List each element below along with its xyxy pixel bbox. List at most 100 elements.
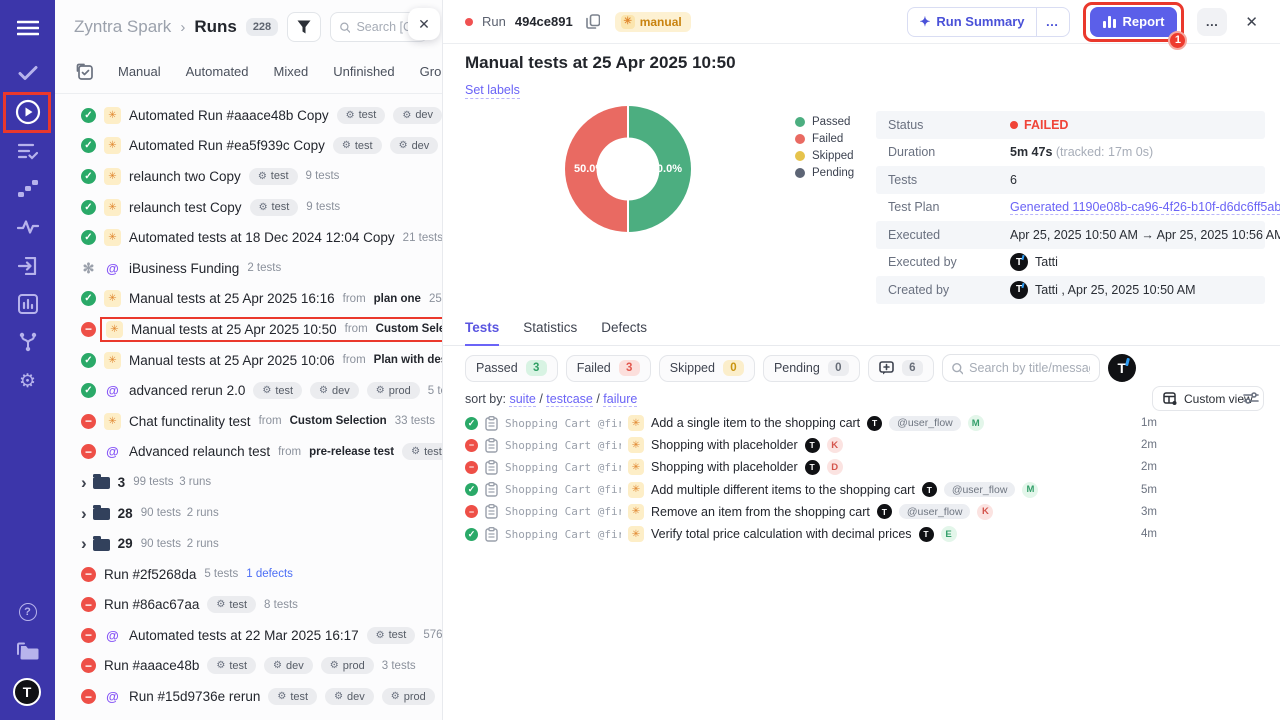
- run-list-item[interactable]: −✳Manual tests at 25 Apr 2025 10:50fromC…: [55, 314, 442, 345]
- sidebar-user-avatar[interactable]: T: [13, 678, 41, 706]
- chip-pending[interactable]: Pending0: [763, 355, 860, 382]
- copy-icon[interactable]: [586, 14, 600, 29]
- shared-steps-icon[interactable]: [0, 330, 55, 354]
- test-title[interactable]: Add multiple different items to the shop…: [651, 483, 915, 497]
- activity-icon[interactable]: [0, 215, 55, 239]
- test-tag[interactable]: @user_flow: [944, 482, 1016, 497]
- test-result-row[interactable]: − Shopping Cart @fir... ✳ Shopping with …: [465, 434, 1157, 456]
- tab-statistics[interactable]: Statistics: [523, 320, 577, 345]
- run-list-item[interactable]: −@Run #15d9736e rerun⚙test⚙dev⚙prod5 tes…: [55, 681, 442, 712]
- test-cases-icon[interactable]: [0, 139, 55, 163]
- test-result-row[interactable]: ✓ Shopping Cart @fir... ✳ Add a single i…: [465, 412, 1157, 434]
- import-icon[interactable]: [0, 254, 55, 278]
- help-icon[interactable]: ?: [0, 600, 55, 624]
- tag-badge[interactable]: ⚙prod: [382, 688, 435, 705]
- chevron-right-icon[interactable]: ›: [81, 505, 87, 522]
- tag-badge[interactable]: ⚙dev: [325, 688, 374, 705]
- menu-icon[interactable]: [0, 16, 55, 40]
- reports-icon[interactable]: [0, 292, 55, 316]
- run-list-item[interactable]: −Run #aaace48b⚙test⚙dev⚙prod3 tests: [55, 651, 442, 682]
- steps-icon[interactable]: [0, 177, 55, 201]
- run-list-item[interactable]: −Run #86ac67aa⚙test8 tests: [55, 590, 442, 621]
- test-result-row[interactable]: ✓ Shopping Cart @fir... ✳ Add multiple d…: [465, 479, 1157, 501]
- close-panel-button[interactable]: ✕: [408, 8, 440, 40]
- tab-tests[interactable]: Tests: [465, 320, 499, 346]
- run-list-item[interactable]: −@Automated tests at 22 Mar 2025 16:17⚙t…: [55, 620, 442, 651]
- more-actions-button[interactable]: …: [1197, 8, 1227, 36]
- close-detail-button[interactable]: ✕: [1239, 9, 1264, 35]
- runs-tab-unfinished[interactable]: Unfinished: [333, 64, 394, 79]
- test-title[interactable]: Add a single item to the shopping cart: [651, 416, 860, 430]
- runs-tab-groups[interactable]: Groups: [420, 64, 443, 79]
- test-title[interactable]: Shopping with placeholder: [651, 460, 798, 474]
- test-result-row[interactable]: ✓ Shopping Cart @fir... ✳ Verify total p…: [465, 523, 1157, 545]
- tag-badge[interactable]: ⚙test: [207, 657, 256, 674]
- projects-folder-icon[interactable]: [0, 639, 55, 663]
- run-list-item[interactable]: ✓✳Automated Run #ea5f939c Copy⚙test⚙dev⚙…: [55, 131, 442, 162]
- chip-failed[interactable]: Failed3: [566, 355, 651, 382]
- tag-badge[interactable]: ⚙test: [250, 199, 299, 216]
- tab-defects[interactable]: Defects: [601, 320, 647, 345]
- tag-badge[interactable]: ⚙dev: [310, 382, 359, 399]
- test-result-row[interactable]: − Shopping Cart @fir... ✳ Remove an item…: [465, 501, 1157, 523]
- test-title[interactable]: Shopping with placeholder: [651, 438, 798, 452]
- filter-button[interactable]: [287, 12, 321, 42]
- select-all-icon[interactable]: [76, 63, 93, 80]
- run-list-item[interactable]: −✳Chat functinality testfromCustom Selec…: [55, 406, 442, 437]
- chevron-right-icon[interactable]: ›: [81, 535, 87, 552]
- test-result-row[interactable]: − Shopping Cart @fir... ✳ Shopping with …: [465, 456, 1157, 478]
- chip-comments[interactable]: 6: [868, 355, 934, 382]
- run-list-item[interactable]: ✓✳relaunch two Copy⚙test9 tests: [55, 161, 442, 192]
- assignee-avatar[interactable]: T: [1108, 354, 1136, 382]
- test-title[interactable]: Remove an item from the shopping cart: [651, 505, 870, 519]
- tag-badge[interactable]: ⚙dev: [393, 107, 442, 124]
- run-list-item[interactable]: ✻@iBusiness Funding2 tests: [55, 253, 442, 284]
- report-button[interactable]: Report: [1090, 7, 1178, 37]
- sort-suite-link[interactable]: suite: [509, 392, 535, 407]
- breadcrumb-app[interactable]: Zyntra Spark: [74, 17, 171, 37]
- tag-badge[interactable]: ⚙prod: [321, 657, 374, 674]
- tag-badge[interactable]: ⚙dev: [264, 657, 313, 674]
- view-settings-icon[interactable]: [1243, 391, 1259, 405]
- run-list-item[interactable]: › 28 90 tests 2 runs: [55, 498, 442, 529]
- runs-tab-manual[interactable]: Manual: [118, 64, 161, 79]
- sort-testcase-link[interactable]: testcase: [546, 392, 593, 407]
- runs-tab-automated[interactable]: Automated: [186, 64, 249, 79]
- run-summary-button[interactable]: ✦ Run Summary: [908, 8, 1035, 36]
- tag-badge[interactable]: ⚙test: [333, 137, 382, 154]
- sort-failure-link[interactable]: failure: [603, 392, 637, 407]
- tag-badge[interactable]: ⚙test: [253, 382, 302, 399]
- run-list-item[interactable]: ✓@advanced rerun 2.0⚙test⚙dev⚙prod5 test…: [55, 375, 442, 406]
- run-list-item[interactable]: ✓✳Automated Run #aaace48b Copy⚙test⚙dev⚙…: [55, 100, 442, 131]
- tag-badge[interactable]: ⚙test: [249, 168, 298, 185]
- settings-gear-icon[interactable]: ⚙: [0, 369, 55, 393]
- run-list-item[interactable]: › 3 99 tests 3 runs: [55, 467, 442, 498]
- chip-passed[interactable]: Passed3: [465, 355, 558, 382]
- tag-badge[interactable]: ⚙test: [337, 107, 386, 124]
- run-list-item[interactable]: ✓✳Manual tests at 25 Apr 2025 10:06fromP…: [55, 345, 442, 376]
- tests-search[interactable]: [942, 354, 1100, 382]
- defects-link[interactable]: 1 defects: [246, 568, 293, 580]
- tag-badge[interactable]: ⚙dev: [390, 137, 439, 154]
- test-tag[interactable]: @user_flow: [899, 504, 971, 519]
- run-list-item[interactable]: ✓✳relaunch test Copy⚙test9 tests: [55, 192, 442, 223]
- run-summary-more-button[interactable]: …: [1036, 8, 1069, 36]
- tag-badge[interactable]: ⚙test: [367, 627, 416, 644]
- runs-play-icon[interactable]: [0, 100, 55, 124]
- test-plan-link[interactable]: Generated 1190e08b-ca96-4f26-b10f-d6dc6f…: [1010, 200, 1280, 215]
- run-list-item[interactable]: ✓✳Manual tests at 25 Apr 2025 16:16fromp…: [55, 284, 442, 315]
- run-list-item[interactable]: ✓✳Automated tests at 18 Dec 2024 12:04 C…: [55, 222, 442, 253]
- tag-badge[interactable]: ⚙test: [207, 596, 256, 613]
- runs-tab-mixed[interactable]: Mixed: [274, 64, 309, 79]
- test-title[interactable]: Verify total price calculation with deci…: [651, 527, 912, 541]
- tag-badge[interactable]: ⚙test: [402, 443, 442, 460]
- run-list-item[interactable]: › 29 90 tests 2 runs: [55, 528, 442, 559]
- run-list-item[interactable]: −Run #2f5268da5 tests1 defects: [55, 559, 442, 590]
- chevron-right-icon[interactable]: ›: [81, 474, 87, 491]
- chip-skipped[interactable]: Skipped0: [659, 355, 755, 382]
- set-labels-link[interactable]: Set labels: [465, 83, 520, 99]
- run-list-item[interactable]: −@Advanced relaunch testfrompre-release …: [55, 437, 442, 468]
- tag-badge[interactable]: ⚙prod: [367, 382, 420, 399]
- tests-search-input[interactable]: [969, 361, 1090, 375]
- test-tag[interactable]: @user_flow: [889, 416, 961, 431]
